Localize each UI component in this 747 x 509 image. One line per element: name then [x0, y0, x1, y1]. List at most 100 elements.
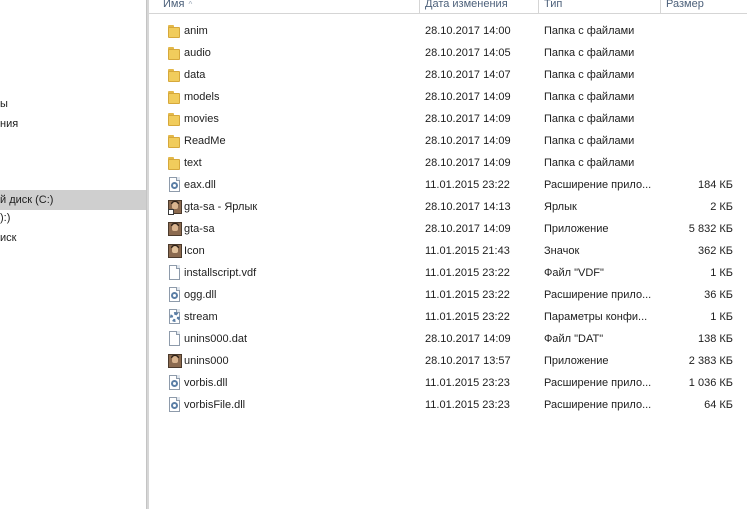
folder-icon: [168, 67, 182, 83]
file-row[interactable]: anim 28.10.2017 14:00 Папка с файлами: [149, 20, 747, 42]
nav-item-network-disk[interactable]: иск: [0, 228, 146, 248]
file-row[interactable]: gta-sa 28.10.2017 14:09 Приложение 5 832 КБ: [149, 218, 747, 240]
file-type: Параметры конфи...: [544, 311, 648, 323]
file-date: 11.01.2015 23:23: [425, 377, 510, 389]
nav-item-local-disk-c[interactable]: й диск (C:): [0, 190, 146, 210]
file-size: 362 КБ: [697, 245, 733, 257]
file-type: Папка с файлами: [544, 69, 635, 81]
file-date: 28.10.2017 14:09: [425, 91, 511, 103]
file-type: Папка с файлами: [544, 91, 635, 103]
file-name: unins000.dat: [184, 333, 247, 345]
file-type: Расширение прило...: [544, 399, 652, 411]
file-size: [659, 20, 733, 42]
file-row[interactable]: gta-sa - Ярлык 28.10.2017 14:13 Ярлык 2 КБ: [149, 196, 747, 218]
file-type: Приложение: [544, 355, 609, 367]
file-size: 2 КБ: [710, 201, 733, 213]
column-header-type[interactable]: Тип: [538, 0, 660, 13]
nav-item-recent[interactable]: ния: [0, 114, 146, 134]
file-name: models: [184, 91, 220, 103]
file-date: 28.10.2017 14:09: [425, 333, 511, 345]
file-row[interactable]: data 28.10.2017 14:07 Папка с файлами: [149, 64, 747, 86]
file-row[interactable]: audio 28.10.2017 14:05 Папка с файлами: [149, 42, 747, 64]
file-date: 28.10.2017 14:09: [425, 135, 511, 147]
file-name: gta-sa - Ярлык: [184, 201, 258, 213]
folder-icon: [168, 111, 182, 127]
file-name: Icon: [184, 245, 205, 257]
file-date: 28.10.2017 14:09: [425, 113, 511, 125]
file-row[interactable]: movies 28.10.2017 14:09 Папка с файлами: [149, 108, 747, 130]
file-icon: [168, 265, 182, 281]
app-icon: [168, 221, 182, 237]
file-row[interactable]: ogg.dll 11.01.2015 23:22 Расширение прило.…: [149, 284, 747, 306]
file-date: 11.01.2015 21:43: [425, 245, 510, 257]
file-row[interactable]: models 28.10.2017 14:09 Папка с файлами: [149, 86, 747, 108]
file-size: [659, 108, 733, 130]
file-type: Ярлык: [544, 201, 577, 213]
file-date: 28.10.2017 14:07: [425, 69, 511, 81]
file-row[interactable]: ReadMe 28.10.2017 14:09 Папка с файлами: [149, 130, 747, 152]
sort-ascending-icon: ^: [188, 0, 193, 9]
file-row[interactable]: vorbis.dll 11.01.2015 23:23 Расширение при…: [149, 372, 747, 394]
file-size: 184 КБ: [697, 179, 733, 191]
file-name: vorbisFile.dll: [184, 399, 246, 411]
file-row[interactable]: stream 11.01.2015 23:22 Параметры конфи...…: [149, 306, 747, 328]
file-row[interactable]: unins000 28.10.2017 13:57 Приложение 2 383 …: [149, 350, 747, 372]
file-size: 5 832 КБ: [688, 223, 733, 235]
file-name: gta-sa: [184, 223, 215, 235]
file-date: 28.10.2017 14:05: [425, 47, 511, 59]
dll-icon: [168, 177, 182, 193]
column-header-name[interactable]: Имя ^: [158, 0, 419, 13]
file-name: vorbis.dll: [184, 377, 228, 389]
folder-icon: [168, 89, 182, 105]
column-header-size[interactable]: Размер: [660, 0, 747, 13]
file-size: 1 КБ: [710, 311, 733, 323]
file-name: eax.dll: [184, 179, 216, 191]
file-type: Папка с файлами: [544, 157, 635, 169]
file-size: [659, 64, 733, 86]
file-row[interactable]: installscript.vdf 11.01.2015 23:22 Файл "V…: [149, 262, 747, 284]
file-name: installscript.vdf: [184, 267, 257, 279]
file-date: 11.01.2015 23:23: [425, 399, 510, 411]
file-name: stream: [184, 311, 218, 323]
file-type: Папка с файлами: [544, 135, 635, 147]
file-type: Папка с файлами: [544, 47, 635, 59]
file-size: [659, 42, 733, 64]
config-icon: [168, 309, 182, 325]
file-size: 1 КБ: [710, 267, 733, 279]
file-name: audio: [184, 47, 211, 59]
file-name: unins000: [184, 355, 229, 367]
file-row[interactable]: Icon 11.01.2015 21:43 Значок 362 КБ: [149, 240, 747, 262]
file-name: ogg.dll: [184, 289, 217, 301]
file-name: movies: [184, 113, 219, 125]
file-date: 28.10.2017 14:00: [425, 25, 511, 37]
file-date: 28.10.2017 14:09: [425, 157, 511, 169]
file-size: 64 КБ: [704, 399, 733, 411]
nav-item-drive-d[interactable]: ):): [0, 208, 146, 228]
file-name: ReadMe: [184, 135, 226, 147]
file-size: [659, 86, 733, 108]
file-size: [659, 152, 733, 174]
file-size: 1 036 КБ: [688, 377, 733, 389]
file-date: 11.01.2015 23:22: [425, 311, 510, 323]
shortcut-icon: [168, 199, 182, 215]
ico-icon: [168, 243, 182, 259]
nav-item-libraries[interactable]: ы: [0, 94, 146, 114]
column-header-bar: Имя ^ Дата изменения Тип Размер: [149, 0, 747, 14]
file-row[interactable]: unins000.dat 28.10.2017 14:09 Файл "DAT" 13…: [149, 328, 747, 350]
file-row[interactable]: vorbisFile.dll 11.01.2015 23:23 Расширение…: [149, 394, 747, 416]
file-row[interactable]: eax.dll 11.01.2015 23:22 Расширение прило.…: [149, 174, 747, 196]
column-header-date[interactable]: Дата изменения: [419, 0, 538, 13]
file-list-pane: Имя ^ Дата изменения Тип Размер anim 28.10…: [149, 0, 747, 509]
file-row[interactable]: text 28.10.2017 14:09 Папка с файлами: [149, 152, 747, 174]
file-name: text: [184, 157, 202, 169]
folder-icon: [168, 23, 182, 39]
file-type: Файл "DAT": [544, 333, 604, 345]
file-size: 2 383 КБ: [688, 355, 733, 367]
file-size: 138 КБ: [697, 333, 733, 345]
file-type: Расширение прило...: [544, 289, 652, 301]
dll-icon: [168, 287, 182, 303]
dll-icon: [168, 397, 182, 413]
folder-icon: [168, 45, 182, 61]
navigation-pane: ы ния й диск (C:) ):) иск: [0, 0, 146, 509]
file-date: 11.01.2015 23:22: [425, 179, 510, 191]
